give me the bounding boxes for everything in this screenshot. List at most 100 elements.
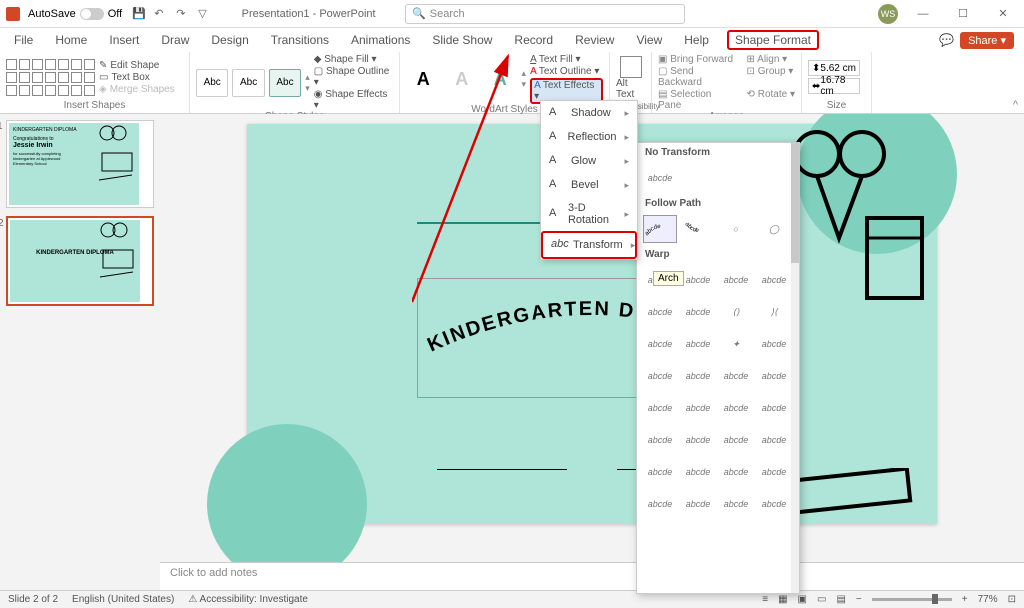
tf-warp[interactable]: abcde xyxy=(719,362,753,390)
tf-warp[interactable]: abcde xyxy=(757,458,791,486)
fit-to-window-icon[interactable]: ⊡ xyxy=(1008,594,1016,605)
user-avatar[interactable]: WS xyxy=(878,4,898,24)
shape-outline-button[interactable]: ▢ Shape Outline ▾ xyxy=(314,66,393,88)
wordart-thumb-1[interactable]: A xyxy=(406,64,441,94)
tf-warp[interactable]: abcde xyxy=(643,394,677,422)
scrollbar[interactable] xyxy=(791,143,799,593)
tf-button[interactable]: ◯ xyxy=(757,215,791,243)
tf-warp[interactable]: abcde xyxy=(681,394,715,422)
comments-icon[interactable]: 💬 xyxy=(939,33,954,47)
style-thumb-2[interactable]: Abc xyxy=(232,69,264,97)
tab-transitions[interactable]: Transitions xyxy=(267,31,333,49)
send-backward-button[interactable]: ▢ Send Backward xyxy=(658,66,737,88)
tf-warp[interactable]: abcde xyxy=(681,298,715,326)
tab-slideshow[interactable]: Slide Show xyxy=(428,31,496,49)
tab-help[interactable]: Help xyxy=(680,31,713,49)
style-thumb-3[interactable]: Abc xyxy=(269,69,301,97)
notes-pane[interactable]: Click to add notes xyxy=(160,562,1024,590)
tf-none[interactable]: abcde xyxy=(643,164,677,192)
tf-warp[interactable]: abcde xyxy=(643,298,677,326)
tab-home[interactable]: Home xyxy=(51,31,91,49)
tf-warp[interactable]: abcde xyxy=(719,394,753,422)
tf-circle[interactable]: ○ xyxy=(719,215,753,243)
tf-warp[interactable]: abcde xyxy=(681,330,715,358)
minimize-button[interactable]: — xyxy=(908,8,938,20)
undo-icon[interactable]: ↶ xyxy=(154,7,168,21)
fx-transform[interactable]: abcTransform▸ xyxy=(541,231,637,259)
tf-warp[interactable]: abcde xyxy=(757,394,791,422)
redo-icon[interactable]: ↷ xyxy=(176,7,190,21)
slide-counter[interactable]: Slide 2 of 2 xyxy=(8,594,58,605)
collapse-ribbon-icon[interactable]: ^ xyxy=(1013,99,1018,111)
tf-warp[interactable]: abcde xyxy=(643,426,677,454)
search-input[interactable]: 🔍 Search xyxy=(405,4,685,24)
rotate-button[interactable]: ⟲ Rotate ▾ xyxy=(747,89,795,111)
fx-shadow[interactable]: AShadow▸ xyxy=(541,101,637,125)
tf-warp[interactable]: abcde xyxy=(643,458,677,486)
tf-warp[interactable]: abcde xyxy=(757,362,791,390)
reading-view-icon[interactable]: ▭ xyxy=(817,594,826,605)
selection-pane-button[interactable]: ▤ Selection Pane xyxy=(658,89,737,111)
shapes-gallery[interactable] xyxy=(6,59,95,96)
tf-warp[interactable]: abcde xyxy=(757,490,791,518)
normal-view-icon[interactable]: ▦ xyxy=(778,594,787,605)
alt-text-button[interactable]: Alt Text xyxy=(616,56,645,100)
tf-arch-down[interactable]: abcde xyxy=(681,215,715,243)
tab-shape-format[interactable]: Shape Format xyxy=(727,30,819,50)
tf-warp[interactable]: abcde xyxy=(643,490,677,518)
tab-view[interactable]: View xyxy=(632,31,666,49)
shape-effects-button[interactable]: ◉ Shape Effects ▾ xyxy=(314,89,393,111)
maximize-button[interactable]: ☐ xyxy=(948,7,978,20)
wordart-thumb-3[interactable]: A xyxy=(483,64,518,94)
tab-file[interactable]: File xyxy=(10,31,37,49)
shape-fill-button[interactable]: ◆ Shape Fill ▾ xyxy=(314,54,393,65)
tab-design[interactable]: Design xyxy=(207,31,252,49)
tf-warp[interactable]: abcde xyxy=(757,266,791,294)
save-icon[interactable]: 💾 xyxy=(132,7,146,21)
zoom-slider[interactable] xyxy=(872,598,952,601)
share-button[interactable]: Share ▾ xyxy=(960,32,1014,49)
align-button[interactable]: ⊞ Align ▾ xyxy=(747,54,795,65)
fx-glow[interactable]: AGlow▸ xyxy=(541,149,637,173)
notes-button[interactable]: ≡ xyxy=(762,594,768,605)
slide-sorter-icon[interactable]: ▣ xyxy=(798,594,807,605)
tf-warp[interactable]: abcde xyxy=(643,330,677,358)
zoom-level[interactable]: 77% xyxy=(978,594,998,605)
tf-warp[interactable]: abcde xyxy=(681,490,715,518)
language-indicator[interactable]: English (United States) xyxy=(72,594,174,605)
slide-thumbnail-1[interactable]: 1 KINDERGARTEN DIPLOMA Congratulations t… xyxy=(6,120,154,208)
width-input[interactable]: ⬌ 16.78 cm xyxy=(808,78,860,94)
fx-reflection[interactable]: AReflection▸ xyxy=(541,125,637,149)
tf-warp[interactable]: ⟩⟨ xyxy=(757,298,791,326)
start-slideshow-icon[interactable]: ▽ xyxy=(198,7,212,21)
tf-warp[interactable]: abcde xyxy=(719,426,753,454)
autosave-toggle[interactable]: AutoSave Off xyxy=(28,8,122,20)
group-button[interactable]: ⊡ Group ▾ xyxy=(747,66,795,88)
tf-warp[interactable]: abcde xyxy=(757,330,791,358)
tf-arch[interactable]: abcde xyxy=(643,215,677,243)
zoom-out-icon[interactable]: − xyxy=(856,594,862,605)
style-thumb-1[interactable]: Abc xyxy=(196,69,228,97)
text-fill-button[interactable]: A Text Fill ▾ xyxy=(530,54,603,65)
text-outline-button[interactable]: A Text Outline ▾ xyxy=(530,66,603,77)
fx-3d-rotation[interactable]: A3-D Rotation▸ xyxy=(541,197,637,231)
slideshow-view-icon[interactable]: ▤ xyxy=(836,594,845,605)
zoom-in-icon[interactable]: + xyxy=(962,594,968,605)
tf-warp[interactable]: abcde xyxy=(681,426,715,454)
tab-review[interactable]: Review xyxy=(571,31,618,49)
tf-warp[interactable]: abcde xyxy=(719,458,753,486)
edit-shape-button[interactable]: ✎ Edit Shape xyxy=(99,60,175,71)
close-button[interactable]: ✕ xyxy=(988,7,1018,20)
tf-warp[interactable]: abcde xyxy=(681,458,715,486)
tf-warp[interactable]: abcde xyxy=(681,362,715,390)
slide-thumbnail-2[interactable]: 2 KINDERGARTEN DIPLOMA xyxy=(6,216,154,306)
tab-animations[interactable]: Animations xyxy=(347,31,414,49)
tf-warp[interactable]: abcde xyxy=(757,426,791,454)
tab-insert[interactable]: Insert xyxy=(105,31,143,49)
toggle-icon[interactable] xyxy=(80,8,104,20)
tab-draw[interactable]: Draw xyxy=(157,31,193,49)
text-box-button[interactable]: ▭ Text Box xyxy=(99,72,175,83)
tab-record[interactable]: Record xyxy=(510,31,557,49)
bring-forward-button[interactable]: ▣ Bring Forward xyxy=(658,54,737,65)
merge-shapes-button[interactable]: ◈ Merge Shapes xyxy=(99,84,175,95)
